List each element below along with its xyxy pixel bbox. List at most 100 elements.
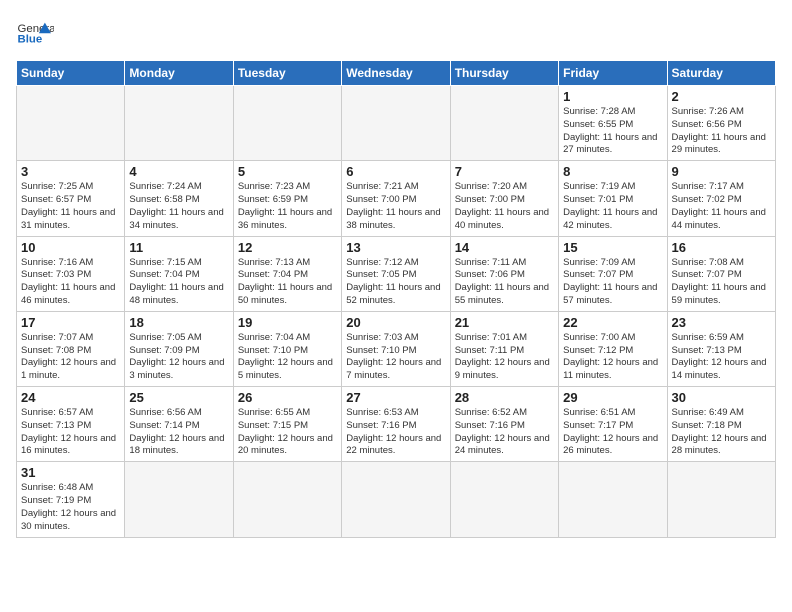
- day-number: 25: [129, 390, 228, 405]
- day-info: Sunrise: 7:24 AM Sunset: 6:58 PM Dayligh…: [129, 181, 228, 232]
- day-info: Sunrise: 7:05 AM Sunset: 7:09 PM Dayligh…: [129, 332, 228, 383]
- day-number: 2: [672, 89, 771, 104]
- calendar-cell: 24 Sunrise: 6:57 AM Sunset: 7:13 PM Dayli…: [17, 387, 125, 462]
- day-info: Sunrise: 6:56 AM Sunset: 7:14 PM Dayligh…: [129, 407, 228, 458]
- calendar-cell: 17 Sunrise: 7:07 AM Sunset: 7:08 PM Dayli…: [17, 311, 125, 386]
- day-info: Sunrise: 7:12 AM Sunset: 7:05 PM Dayligh…: [346, 257, 445, 308]
- calendar-cell: 26 Sunrise: 6:55 AM Sunset: 7:15 PM Dayli…: [233, 387, 341, 462]
- day-info: Sunrise: 6:57 AM Sunset: 7:13 PM Dayligh…: [21, 407, 120, 458]
- day-info: Sunrise: 6:48 AM Sunset: 7:19 PM Dayligh…: [21, 482, 120, 533]
- header: General Blue: [16, 12, 776, 50]
- day-info: Sunrise: 7:01 AM Sunset: 7:11 PM Dayligh…: [455, 332, 554, 383]
- calendar-cell: [17, 86, 125, 161]
- weekday-header: Saturday: [667, 61, 775, 86]
- calendar-week-row: 3 Sunrise: 7:25 AM Sunset: 6:57 PM Daylig…: [17, 161, 776, 236]
- calendar-cell: 23 Sunrise: 6:59 AM Sunset: 7:13 PM Dayli…: [667, 311, 775, 386]
- day-number: 8: [563, 164, 662, 179]
- day-number: 1: [563, 89, 662, 104]
- calendar-cell: 31 Sunrise: 6:48 AM Sunset: 7:19 PM Dayli…: [17, 462, 125, 537]
- day-number: 13: [346, 240, 445, 255]
- calendar-cell: [450, 86, 558, 161]
- calendar-cell: 18 Sunrise: 7:05 AM Sunset: 7:09 PM Dayli…: [125, 311, 233, 386]
- day-info: Sunrise: 7:07 AM Sunset: 7:08 PM Dayligh…: [21, 332, 120, 383]
- calendar-cell: [342, 86, 450, 161]
- calendar-cell: 7 Sunrise: 7:20 AM Sunset: 7:00 PM Daylig…: [450, 161, 558, 236]
- calendar-week-row: 31 Sunrise: 6:48 AM Sunset: 7:19 PM Dayli…: [17, 462, 776, 537]
- day-number: 7: [455, 164, 554, 179]
- day-info: Sunrise: 7:26 AM Sunset: 6:56 PM Dayligh…: [672, 106, 771, 157]
- calendar-cell: 20 Sunrise: 7:03 AM Sunset: 7:10 PM Dayli…: [342, 311, 450, 386]
- day-number: 6: [346, 164, 445, 179]
- day-number: 30: [672, 390, 771, 405]
- day-info: Sunrise: 7:08 AM Sunset: 7:07 PM Dayligh…: [672, 257, 771, 308]
- day-info: Sunrise: 6:59 AM Sunset: 7:13 PM Dayligh…: [672, 332, 771, 383]
- day-number: 19: [238, 315, 337, 330]
- day-number: 21: [455, 315, 554, 330]
- day-number: 31: [21, 465, 120, 480]
- day-number: 26: [238, 390, 337, 405]
- day-info: Sunrise: 6:53 AM Sunset: 7:16 PM Dayligh…: [346, 407, 445, 458]
- day-number: 4: [129, 164, 228, 179]
- day-number: 12: [238, 240, 337, 255]
- calendar-cell: 14 Sunrise: 7:11 AM Sunset: 7:06 PM Dayli…: [450, 236, 558, 311]
- day-number: 18: [129, 315, 228, 330]
- calendar-cell: 21 Sunrise: 7:01 AM Sunset: 7:11 PM Dayli…: [450, 311, 558, 386]
- calendar-cell: 27Sunrise: 6:53 AM Sunset: 7:16 PM Dayli…: [342, 387, 450, 462]
- calendar-cell: 5Sunrise: 7:23 AM Sunset: 6:59 PM Daylig…: [233, 161, 341, 236]
- day-number: 28: [455, 390, 554, 405]
- calendar-cell: 19Sunrise: 7:04 AM Sunset: 7:10 PM Dayli…: [233, 311, 341, 386]
- day-number: 16: [672, 240, 771, 255]
- calendar-cell: 29Sunrise: 6:51 AM Sunset: 7:17 PM Dayli…: [559, 387, 667, 462]
- calendar-body: 1 Sunrise: 7:28 AM Sunset: 6:55 PM Daylig…: [17, 86, 776, 538]
- calendar-cell: 6Sunrise: 7:21 AM Sunset: 7:00 PM Daylig…: [342, 161, 450, 236]
- day-info: Sunrise: 7:25 AM Sunset: 6:57 PM Dayligh…: [21, 181, 120, 232]
- logo-icon: General Blue: [16, 12, 54, 50]
- calendar-cell: 9Sunrise: 7:17 AM Sunset: 7:02 PM Daylig…: [667, 161, 775, 236]
- weekday-header: Wednesday: [342, 61, 450, 86]
- calendar-cell: 30 Sunrise: 6:49 AM Sunset: 7:18 PM Dayli…: [667, 387, 775, 462]
- page: General Blue SundayMondayTuesdayWednesda…: [0, 0, 792, 546]
- day-info: Sunrise: 7:03 AM Sunset: 7:10 PM Dayligh…: [346, 332, 445, 383]
- calendar-cell: [125, 462, 233, 537]
- calendar-header: SundayMondayTuesdayWednesdayThursdayFrid…: [17, 61, 776, 86]
- day-number: 17: [21, 315, 120, 330]
- day-number: 10: [21, 240, 120, 255]
- calendar-cell: 15Sunrise: 7:09 AM Sunset: 7:07 PM Dayli…: [559, 236, 667, 311]
- calendar-cell: [559, 462, 667, 537]
- calendar-cell: [450, 462, 558, 537]
- day-info: Sunrise: 7:00 AM Sunset: 7:12 PM Dayligh…: [563, 332, 662, 383]
- day-info: Sunrise: 7:13 AM Sunset: 7:04 PM Dayligh…: [238, 257, 337, 308]
- day-info: Sunrise: 7:15 AM Sunset: 7:04 PM Dayligh…: [129, 257, 228, 308]
- day-info: Sunrise: 6:49 AM Sunset: 7:18 PM Dayligh…: [672, 407, 771, 458]
- calendar-cell: 28Sunrise: 6:52 AM Sunset: 7:16 PM Dayli…: [450, 387, 558, 462]
- day-number: 5: [238, 164, 337, 179]
- day-info: Sunrise: 7:28 AM Sunset: 6:55 PM Dayligh…: [563, 106, 662, 157]
- calendar-cell: 12 Sunrise: 7:13 AM Sunset: 7:04 PM Dayli…: [233, 236, 341, 311]
- calendar-cell: 1 Sunrise: 7:28 AM Sunset: 6:55 PM Daylig…: [559, 86, 667, 161]
- day-info: Sunrise: 6:55 AM Sunset: 7:15 PM Dayligh…: [238, 407, 337, 458]
- day-info: Sunrise: 7:11 AM Sunset: 7:06 PM Dayligh…: [455, 257, 554, 308]
- day-number: 24: [21, 390, 120, 405]
- weekday-header: Sunday: [17, 61, 125, 86]
- calendar-cell: 10Sunrise: 7:16 AM Sunset: 7:03 PM Dayli…: [17, 236, 125, 311]
- day-number: 29: [563, 390, 662, 405]
- day-number: 14: [455, 240, 554, 255]
- day-info: Sunrise: 7:17 AM Sunset: 7:02 PM Dayligh…: [672, 181, 771, 232]
- calendar-cell: 13 Sunrise: 7:12 AM Sunset: 7:05 PM Dayli…: [342, 236, 450, 311]
- calendar-table: SundayMondayTuesdayWednesdayThursdayFrid…: [16, 60, 776, 538]
- logo: General Blue: [16, 12, 54, 50]
- calendar-cell: [233, 462, 341, 537]
- calendar-cell: [125, 86, 233, 161]
- calendar-cell: 8 Sunrise: 7:19 AM Sunset: 7:01 PM Daylig…: [559, 161, 667, 236]
- day-info: Sunrise: 7:20 AM Sunset: 7:00 PM Dayligh…: [455, 181, 554, 232]
- day-number: 20: [346, 315, 445, 330]
- weekday-header: Thursday: [450, 61, 558, 86]
- day-number: 11: [129, 240, 228, 255]
- header-row: SundayMondayTuesdayWednesdayThursdayFrid…: [17, 61, 776, 86]
- calendar-week-row: 17 Sunrise: 7:07 AM Sunset: 7:08 PM Dayli…: [17, 311, 776, 386]
- day-number: 3: [21, 164, 120, 179]
- calendar-cell: 3 Sunrise: 7:25 AM Sunset: 6:57 PM Daylig…: [17, 161, 125, 236]
- day-number: 23: [672, 315, 771, 330]
- day-info: Sunrise: 7:19 AM Sunset: 7:01 PM Dayligh…: [563, 181, 662, 232]
- weekday-header: Tuesday: [233, 61, 341, 86]
